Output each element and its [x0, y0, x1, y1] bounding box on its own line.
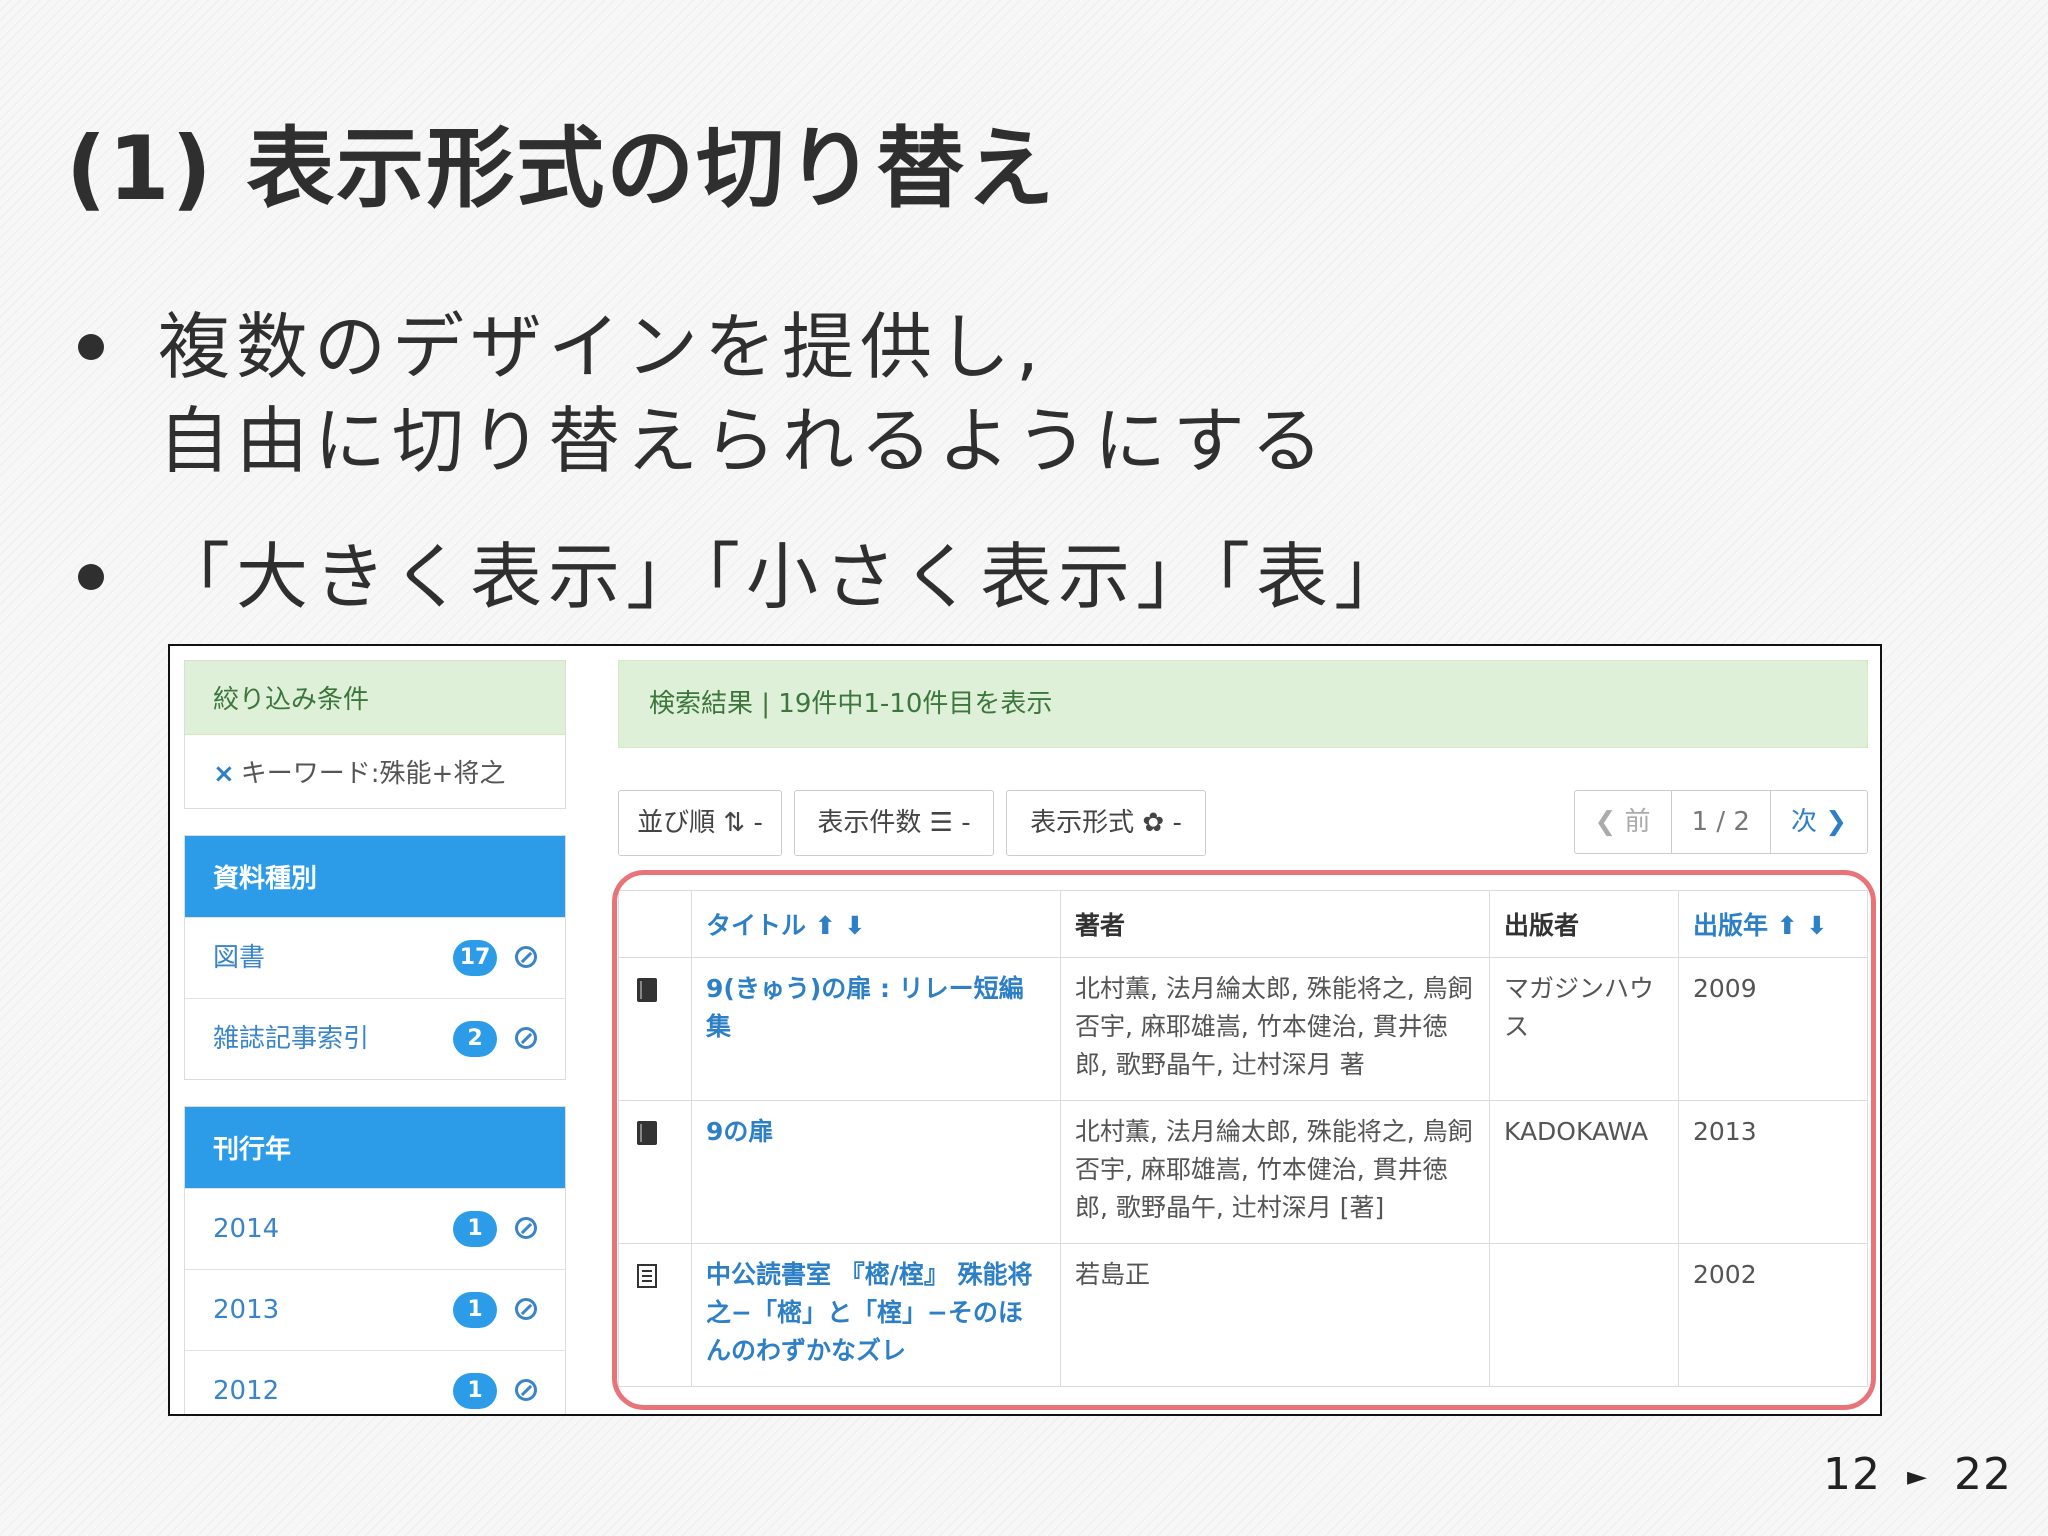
keyword-filter-label: キーワード:殊能+将之 — [240, 759, 506, 789]
bullet-1-line-1: 複数のデザインを提供し, — [158, 305, 1045, 389]
facet-item[interactable]: 2012 1 — [185, 1350, 565, 1414]
article-icon — [637, 1264, 657, 1288]
record-title-link[interactable]: 9の扉 — [691, 1100, 1061, 1244]
title-column-header[interactable]: タイトル ⬆ ⬇ — [691, 890, 1061, 958]
record-author: 北村薫, 法月綸太郎, 殊能将之, 鳥飼否宇, 麻耶雄嵩, 竹本健治, 貫井徳郎… — [1060, 1100, 1490, 1244]
results-table: タイトル ⬆ ⬇ 著者 出版者 出版年 ⬆ ⬇ 9(きゅう)の扉 : リレー短編… — [618, 890, 1868, 1387]
record-publisher — [1489, 1243, 1679, 1387]
count-badge: 2 — [453, 1021, 497, 1057]
count-badge: 1 — [453, 1373, 497, 1409]
prev-page-button[interactable]: ❮ 前 — [1575, 791, 1671, 853]
count-badge: 1 — [453, 1292, 497, 1328]
icon-column-header — [618, 890, 692, 958]
page-indicator: 1 / 2 — [1670, 791, 1770, 853]
pagination: ❮ 前 1 / 2 次 ❯ — [1573, 790, 1868, 854]
facet-header: 刊行年 — [185, 1107, 565, 1188]
table-row: 9の扉 北村薫, 法月綸太郎, 殊能将之, 鳥飼否宇, 麻耶雄嵩, 竹本健治, … — [618, 1100, 1868, 1244]
table-header-row: タイトル ⬆ ⬇ 著者 出版者 出版年 ⬆ ⬇ — [618, 890, 1868, 958]
count-badge: 1 — [453, 1211, 497, 1247]
current-page: 12 — [1823, 1449, 1881, 1500]
facet-item[interactable]: 2013 1 — [185, 1269, 565, 1350]
facet-item-label[interactable]: 2012 — [213, 1376, 279, 1406]
record-year: 2013 — [1678, 1100, 1868, 1244]
filter-panel: 絞り込み条件 × キーワード:殊能+将之 — [184, 660, 566, 809]
page-number: 12 ► 22 — [1823, 1449, 2012, 1500]
bullet-1: 複数のデザインを提供し, 自由に切り替えられるようにする — [78, 300, 1329, 488]
record-author: 北村薫, 法月綸太郎, 殊能将之, 鳥飼否宇, 麻耶雄嵩, 竹本健治, 貫井徳郎… — [1060, 957, 1490, 1101]
record-title-link[interactable]: 9(きゅう)の扉 : リレー短編集 — [691, 957, 1061, 1101]
author-column-header: 著者 — [1060, 890, 1490, 958]
facet-publication-year: 刊行年 2014 1 2013 1 2012 1 — [184, 1106, 566, 1414]
slide-title: (1) 表示形式の切り替え — [66, 117, 1057, 220]
table-row: 中公読書室 『樒/榁』 殊能将之−「樒」と「榁」−そのほんのわずかなズレ 若島正… — [618, 1243, 1868, 1387]
bullet-2-line-1: 「大きく表示」「小さく表示」「表」 — [158, 535, 1413, 619]
remove-filter-icon[interactable]: × — [213, 759, 235, 789]
book-icon — [637, 1121, 657, 1145]
publisher-column-header: 出版者 — [1489, 890, 1679, 958]
filter-panel-header: 絞り込み条件 — [185, 661, 565, 735]
bullet-1-line-2: 自由に切り替えられるようにする — [158, 399, 1329, 483]
facet-item-label[interactable]: 雑誌記事索引 — [213, 1024, 369, 1054]
bullet-dot — [78, 564, 104, 590]
result-summary: 検索結果 | 19件中1-10件目を表示 — [618, 660, 1868, 748]
facet-item[interactable]: 図書 17 — [185, 917, 565, 998]
year-column-header[interactable]: 出版年 ⬆ ⬇ — [1678, 890, 1868, 958]
sort-dropdown[interactable]: 並び順 ⇅ - — [618, 790, 782, 856]
facet-item-label[interactable]: 図書 — [213, 943, 265, 973]
record-year: 2009 — [1678, 957, 1868, 1101]
record-author: 若島正 — [1060, 1243, 1490, 1387]
keyword-filter[interactable]: × キーワード:殊能+将之 — [185, 735, 565, 808]
page-size-dropdown[interactable]: 表示件数 ☰ - — [794, 790, 994, 856]
record-year: 2002 — [1678, 1243, 1868, 1387]
facet-sidebar: 絞り込み条件 × キーワード:殊能+将之 資料種別 図書 17 雑誌記事索引 2 … — [184, 660, 566, 1414]
display-format-dropdown[interactable]: 表示形式 ✿ - — [1006, 790, 1206, 856]
embedded-screenshot: 絞り込み条件 × キーワード:殊能+将之 資料種別 図書 17 雑誌記事索引 2 … — [168, 644, 1882, 1416]
play-arrow-icon: ► — [1907, 1462, 1928, 1492]
exclude-icon[interactable] — [515, 1298, 537, 1320]
exclude-icon[interactable] — [515, 946, 537, 968]
exclude-icon[interactable] — [515, 1217, 537, 1239]
count-badge: 17 — [453, 940, 497, 976]
facet-material-type: 資料種別 図書 17 雑誌記事索引 2 — [184, 835, 566, 1080]
record-publisher: マガジンハウス — [1489, 957, 1679, 1101]
exclude-icon[interactable] — [515, 1027, 537, 1049]
results-toolbar: 並び順 ⇅ - 表示件数 ☰ - 表示形式 ✿ - ❮ 前 1 / 2 次 ❯ — [618, 790, 1868, 856]
facet-item-label[interactable]: 2014 — [213, 1214, 279, 1244]
facet-item[interactable]: 雑誌記事索引 2 — [185, 998, 565, 1079]
facet-item-label[interactable]: 2013 — [213, 1295, 279, 1325]
table-row: 9(きゅう)の扉 : リレー短編集 北村薫, 法月綸太郎, 殊能将之, 鳥飼否宇… — [618, 957, 1868, 1101]
record-title-link[interactable]: 中公読書室 『樒/榁』 殊能将之−「樒」と「榁」−そのほんのわずかなズレ — [691, 1243, 1061, 1387]
bullet-2: 「大きく表示」「小さく表示」「表」 — [78, 530, 1412, 624]
next-page-button[interactable]: 次 ❯ — [1769, 791, 1867, 853]
book-icon — [637, 978, 657, 1002]
facet-item[interactable]: 2014 1 — [185, 1188, 565, 1269]
record-publisher: KADOKAWA — [1489, 1100, 1679, 1244]
bullet-dot — [78, 334, 104, 360]
total-pages: 22 — [1954, 1449, 2012, 1500]
results-main: 検索結果 | 19件中1-10件目を表示 並び順 ⇅ - 表示件数 ☰ - 表示… — [618, 660, 1868, 1387]
exclude-icon[interactable] — [515, 1379, 537, 1401]
facet-header: 資料種別 — [185, 836, 565, 917]
